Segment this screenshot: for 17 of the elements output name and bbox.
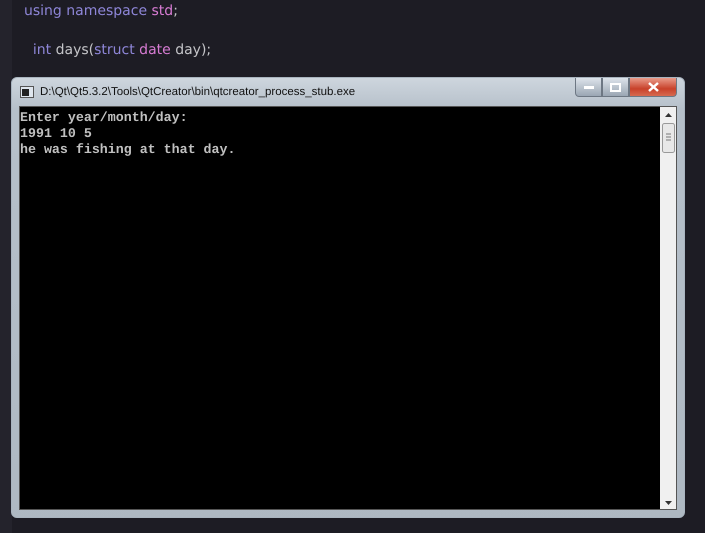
code-line: int days(struct date day); xyxy=(32,41,212,60)
maximize-icon xyxy=(610,82,621,92)
window-title: D:\Qt\Qt5.3.2\Tools\QtCreator\bin\qtcreator_process_stub.exe xyxy=(40,86,356,98)
scroll-down-icon[interactable] xyxy=(664,501,672,505)
console-output-line: he was fishing at that day. xyxy=(20,142,236,158)
scrollbar[interactable] xyxy=(660,107,676,509)
minimize-button[interactable] xyxy=(575,78,602,97)
code-line: using namespace std; xyxy=(24,2,178,21)
maximize-button[interactable] xyxy=(602,78,629,97)
console-output-line: 1991 10 5 xyxy=(20,126,93,142)
console-icon xyxy=(20,86,34,98)
scroll-up-icon[interactable] xyxy=(664,113,672,117)
close-button[interactable] xyxy=(629,78,677,97)
minimize-icon xyxy=(584,86,594,88)
close-icon xyxy=(648,82,658,92)
scroll-thumb[interactable] xyxy=(662,123,674,153)
console-output-line: Enter year/month/day: xyxy=(20,110,189,126)
